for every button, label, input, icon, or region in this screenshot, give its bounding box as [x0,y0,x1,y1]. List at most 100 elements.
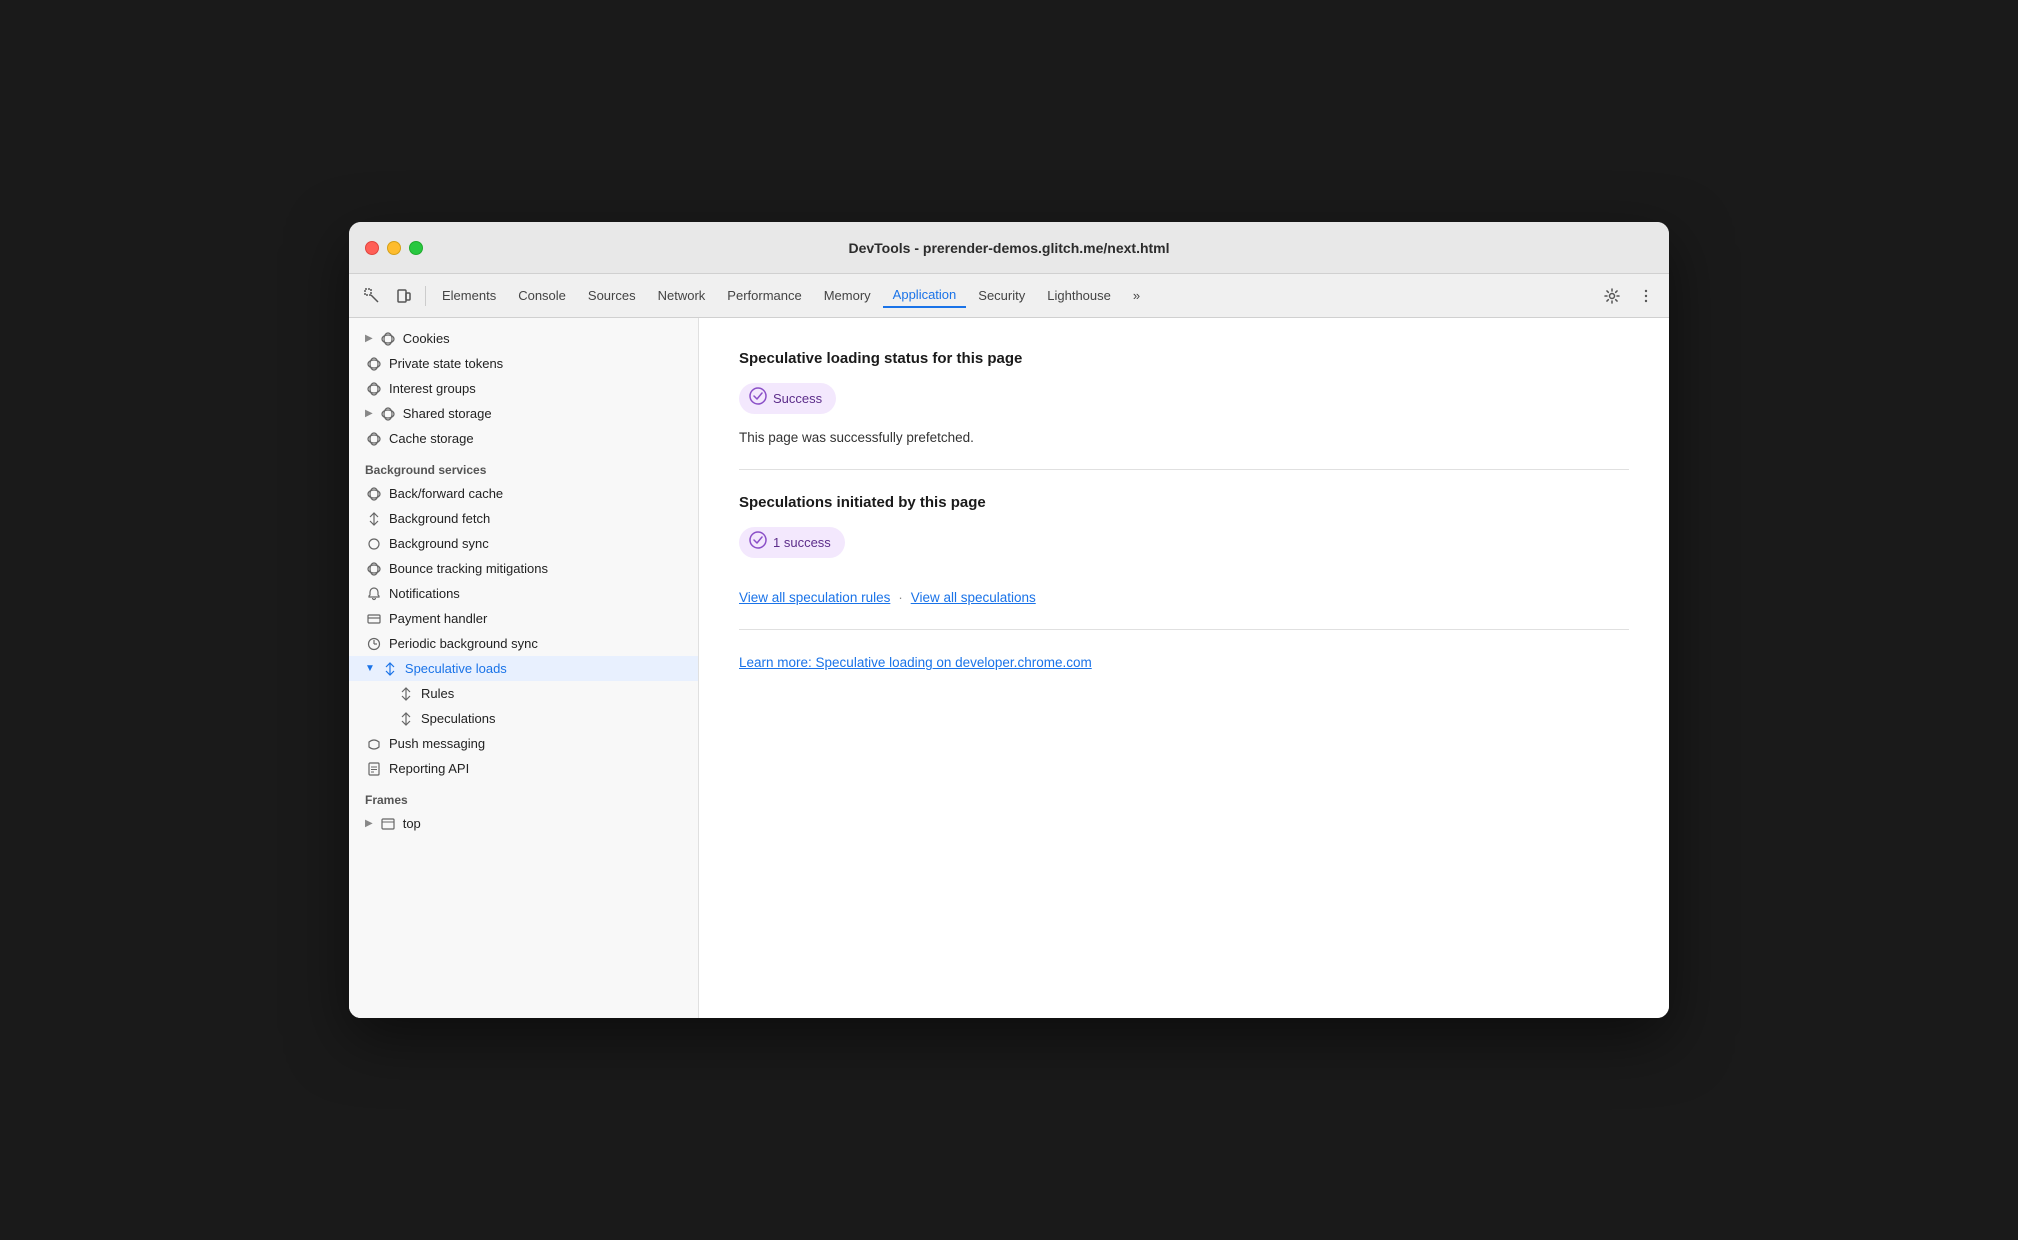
sidebar-item-periodic-bg-sync[interactable]: Periodic background sync [349,631,698,656]
shared-storage-icon [379,407,397,421]
sidebar-item-backforward-cache[interactable]: Back/forward cache [349,481,698,506]
tab-network[interactable]: Network [648,284,716,307]
bounce-tracking-icon [365,562,383,576]
divider2 [739,629,1629,630]
tab-memory[interactable]: Memory [814,284,881,307]
section-loading-status: Speculative loading status for this page… [739,350,1629,445]
notifications-icon [365,587,383,601]
sidebar-label-speculative-loads: Speculative loads [405,661,507,676]
titlebar: DevTools - prerender-demos.glitch.me/nex… [349,222,1669,274]
sidebar-label-private-state-tokens: Private state tokens [389,356,503,371]
section1-description: This page was successfully prefetched. [739,430,1629,445]
bg-sync-icon [365,537,383,551]
view-all-speculations-link[interactable]: View all speculations [911,590,1036,605]
interest-groups-icon [365,382,383,396]
sidebar-item-bg-sync[interactable]: Background sync [349,531,698,556]
tab-elements[interactable]: Elements [432,284,506,307]
sidebar-label-interest-groups: Interest groups [389,381,476,396]
top-frame-icon [379,817,397,831]
sidebar-label-periodic-bg-sync: Periodic background sync [389,636,538,651]
links-row: View all speculation rules · View all sp… [739,590,1629,605]
sidebar-label-backforward-cache: Back/forward cache [389,486,503,501]
sidebar-label-cache-storage: Cache storage [389,431,474,446]
success-badge: Success [739,383,836,414]
speculative-loads-icon [381,662,399,676]
private-state-tokens-icon [365,357,383,371]
sidebar-label-rules: Rules [421,686,454,701]
toolbar-right [1597,281,1661,311]
sidebar-label-bg-fetch: Background fetch [389,511,490,526]
success-count-label: 1 success [773,535,831,550]
bg-fetch-icon [365,512,383,526]
section-learn-more: Learn more: Speculative loading on devel… [739,654,1629,672]
window-title: DevTools - prerender-demos.glitch.me/nex… [365,240,1653,256]
section-speculations: Speculations initiated by this page 1 su… [739,494,1629,605]
sidebar-item-push-messaging[interactable]: Push messaging [349,731,698,756]
tab-security[interactable]: Security [968,284,1035,307]
sidebar-item-notifications[interactable]: Notifications [349,581,698,606]
push-messaging-icon [365,737,383,751]
toolbar-separator [425,286,426,306]
inspect-icon[interactable] [357,281,387,311]
sidebar-item-rules[interactable]: Rules [349,681,698,706]
sidebar-item-bg-fetch[interactable]: Background fetch [349,506,698,531]
tab-lighthouse[interactable]: Lighthouse [1037,284,1121,307]
sidebar-label-payment-handler: Payment handler [389,611,487,626]
bg-services-header: Background services [349,451,698,481]
frames-header: Frames [349,781,698,811]
cache-storage-icon [365,432,383,446]
sidebar-item-top-frame[interactable]: ▶ top [349,811,698,836]
success-count-badge: 1 success [739,527,845,558]
tab-console[interactable]: Console [508,284,576,307]
speculations-icon [397,712,415,726]
sidebar-label-reporting-api: Reporting API [389,761,469,776]
sidebar: ▶ Cookies Private state tokens Interest … [349,318,699,1018]
section2-title: Speculations initiated by this page [739,494,1629,511]
dot-separator: · [898,590,902,605]
success-badge-label: Success [773,391,822,406]
learn-more-link[interactable]: Learn more: Speculative loading on devel… [739,655,1092,670]
sidebar-label-speculations: Speculations [421,711,495,726]
sidebar-item-speculations[interactable]: Speculations [349,706,698,731]
sidebar-item-bounce-tracking[interactable]: Bounce tracking mitigations [349,556,698,581]
view-speculation-rules-link[interactable]: View all speculation rules [739,590,890,605]
sidebar-item-cookies[interactable]: ▶ Cookies [349,326,698,351]
sidebar-item-shared-storage[interactable]: ▶ Shared storage [349,401,698,426]
devtools-window: DevTools - prerender-demos.glitch.me/nex… [349,222,1669,1018]
check-icon [749,387,767,410]
expand-icon: ▶ [365,818,373,829]
payment-handler-icon [365,612,383,626]
rules-icon [397,687,415,701]
sidebar-item-reporting-api[interactable]: Reporting API [349,756,698,781]
sidebar-label-top: top [403,816,421,831]
tab-sources[interactable]: Sources [578,284,646,307]
section1-title: Speculative loading status for this page [739,350,1629,367]
sidebar-item-speculative-loads[interactable]: ▼ Speculative loads [349,656,698,681]
expand-arrow-speculative: ▼ [365,663,375,674]
devtools-toolbar: Elements Console Sources Network Perform… [349,274,1669,318]
sidebar-item-interest-groups[interactable]: Interest groups [349,376,698,401]
sidebar-label-notifications: Notifications [389,586,460,601]
divider1 [739,469,1629,470]
tab-application[interactable]: Application [883,283,967,308]
expand-icon: ▶ [365,408,373,419]
sidebar-label-shared-storage: Shared storage [403,406,492,421]
close-button[interactable] [365,241,379,255]
sidebar-item-payment-handler[interactable]: Payment handler [349,606,698,631]
sidebar-label-cookies: Cookies [403,331,450,346]
settings-icon[interactable] [1597,281,1627,311]
tab-performance[interactable]: Performance [717,284,811,307]
expand-icon: ▶ [365,333,373,344]
sidebar-item-cache-storage[interactable]: Cache storage [349,426,698,451]
content-panel: Speculative loading status for this page… [699,318,1669,1018]
minimize-button[interactable] [387,241,401,255]
device-icon[interactable] [389,281,419,311]
tab-more[interactable]: » [1123,284,1150,307]
maximize-button[interactable] [409,241,423,255]
check-icon2 [749,531,767,554]
main-area: ▶ Cookies Private state tokens Interest … [349,318,1669,1018]
more-icon[interactable] [1631,281,1661,311]
traffic-lights [365,241,423,255]
reporting-api-icon [365,762,383,776]
sidebar-item-private-state-tokens[interactable]: Private state tokens [349,351,698,376]
